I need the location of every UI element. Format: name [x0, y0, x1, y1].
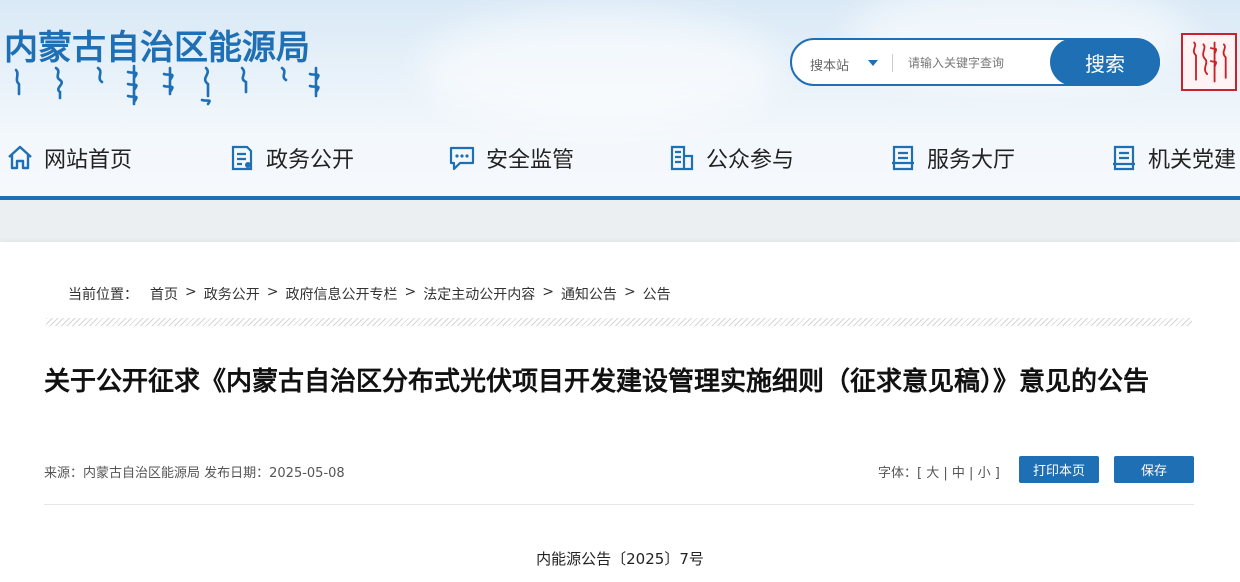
article-title: 关于公开征求《内蒙古自治区分布式光伏项目开发建设管理实施细则（征求意见稿）》意见… [44, 367, 1150, 397]
search-divider [892, 54, 893, 72]
search-scope-select[interactable]: 搜本站 [810, 55, 849, 74]
breadcrumb-prefix: 当前位置： [68, 287, 138, 303]
nav-item-service-hall[interactable]: 服务大厅 [889, 138, 1015, 178]
nav-item-label: 公众参与 [706, 148, 795, 173]
background-cloud [420, 10, 780, 130]
nav-item-label: 服务大厅 [927, 148, 1016, 173]
breadcrumb-separator: > [623, 284, 636, 300]
breadcrumb-separator: > [404, 284, 417, 300]
meta-divider [44, 504, 1194, 505]
nav-item-label: 政务公开 [266, 148, 355, 173]
breadcrumb-link-home[interactable]: 首页 [150, 284, 178, 304]
nav-item-home[interactable]: 网站首页 [6, 138, 132, 178]
font-size-close: ] [994, 466, 1000, 481]
chat-bubble-icon [449, 146, 475, 171]
hatched-divider [46, 318, 1192, 326]
breadcrumb-link-announcement[interactable]: 公告 [643, 284, 671, 304]
book-icon [1113, 145, 1135, 171]
nav-item-label: 安全监管 [486, 148, 575, 173]
font-size-large[interactable]: 大 [926, 466, 939, 481]
article-meta: 来源：内蒙古自治区能源局 发布日期：2025-05-08 [44, 466, 345, 481]
breadcrumb-link-statutory-content[interactable]: 法定主动公开内容 [423, 284, 535, 304]
article-card: 当前位置： 首页 > 政务公开 > 政府信息公开专栏 > 法定主动公开内容 > … [0, 242, 1240, 582]
search-button[interactable]: 搜索 [1050, 38, 1160, 86]
breadcrumb-separator: > [542, 284, 554, 300]
caret-down-icon[interactable] [868, 60, 878, 66]
breadcrumb-link-government-affairs[interactable]: 政务公开 [204, 284, 260, 304]
nav-underline [0, 196, 1240, 200]
breadcrumb-separator: > [266, 284, 279, 300]
nav-item-public-participation[interactable]: 公众参与 [668, 138, 794, 178]
site-title[interactable]: 内蒙古自治区能源局 [4, 20, 310, 69]
font-size-medium[interactable]: 中 [952, 466, 965, 481]
nav-item-label: 机关党建 [1148, 148, 1237, 173]
site-header: 内蒙古自治区能源局 搜本站 搜索 网站首页 [0, 0, 1240, 200]
home-icon [8, 145, 32, 170]
document-number: 内能源公告〔2025〕7号 [536, 550, 704, 568]
search-box: 搜本站 搜索 [790, 38, 1160, 86]
nav-item-party-building[interactable]: 机关党建 [1110, 138, 1236, 178]
save-button[interactable]: 保存 [1114, 456, 1194, 483]
print-button[interactable]: 打印本页 [1019, 456, 1099, 483]
search-input[interactable] [906, 50, 1050, 76]
nav-item-label: 网站首页 [44, 148, 133, 173]
font-size-label: 字体：[ [878, 466, 923, 481]
document-list-icon [231, 145, 253, 171]
font-size-control: 字体：[ 大 | 中 | 小 ] [878, 466, 1000, 481]
breadcrumb-link-notices[interactable]: 通知公告 [561, 284, 617, 304]
breadcrumb: 当前位置： 首页 > 政务公开 > 政府信息公开专栏 > 法定主动公开内容 > … [68, 284, 671, 304]
nav-item-safety-supervision[interactable]: 安全监管 [448, 138, 574, 178]
forms-icon [670, 145, 694, 171]
mongolian-script-logo [14, 64, 320, 106]
mongolian-seal-logo [1181, 33, 1237, 91]
breadcrumb-separator: > [185, 284, 197, 300]
nav-item-government-affairs[interactable]: 政务公开 [228, 138, 354, 178]
service-icon [892, 145, 914, 171]
font-size-small[interactable]: 小 [978, 466, 991, 481]
main-nav: 网站首页 政务公开 安全监管 公众参与 服务大厅 机关党建 [0, 138, 1240, 178]
breadcrumb-link-info-column[interactable]: 政府信息公开专栏 [285, 284, 397, 304]
